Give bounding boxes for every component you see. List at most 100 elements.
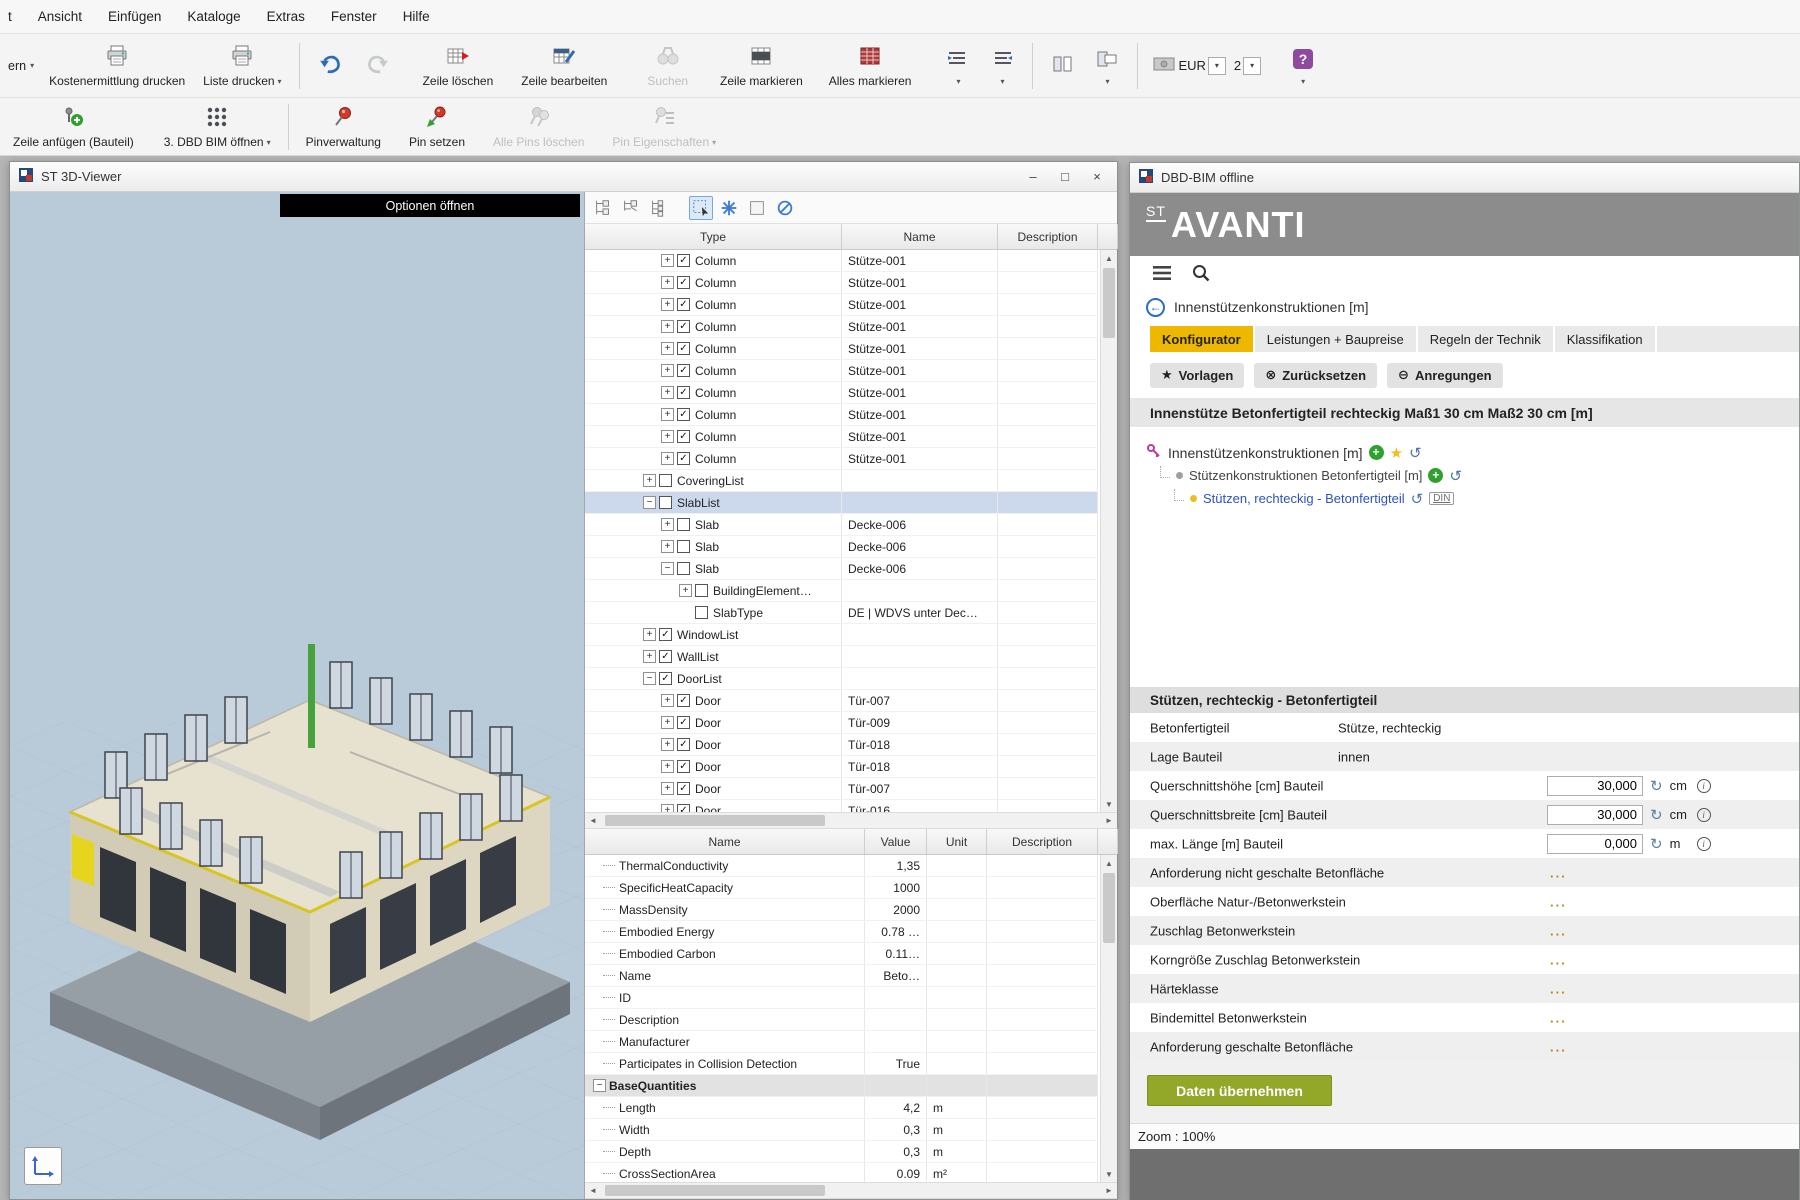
hide-selection-icon[interactable] [773,196,797,220]
checkbox[interactable]: ✓ [677,254,690,267]
refresh-icon[interactable]: ↻ [1650,835,1663,853]
menu-item-einfuegen[interactable]: Einfügen [108,9,161,24]
property-row[interactable]: ID [585,987,1098,1009]
menu-item-extras[interactable]: Extras [267,9,305,24]
checkbox[interactable] [677,518,690,531]
property-row[interactable]: Participates in Collision DetectionTrue [585,1053,1098,1075]
tree-row[interactable]: +✓DoorTür-018 [585,734,1098,756]
property-row[interactable]: Width0,3m [585,1119,1098,1141]
scroll-right-icon[interactable]: ► [1101,813,1117,828]
scroll-down-icon[interactable]: ▼ [1101,796,1117,812]
history-icon[interactable]: ↺ [1411,490,1424,508]
search-button[interactable]: Suchen [638,40,697,91]
tree-row[interactable]: +✓DoorTür-009 [585,712,1098,734]
scroll-left-icon[interactable]: ◄ [585,1183,601,1198]
viewer-titlebar[interactable]: ST 3D-Viewer – □ × [10,162,1117,192]
scroll-down-icon[interactable]: ▼ [1101,1166,1117,1182]
info-icon[interactable]: i [1697,837,1711,851]
property-row[interactable]: NameBeto… [585,965,1098,987]
checkbox[interactable]: ✓ [677,320,690,333]
tree-row[interactable]: +✓ColumnStütze-001 [585,404,1098,426]
checkbox[interactable]: ✓ [677,760,690,773]
property-row[interactable]: −BaseQuantities [585,1075,1098,1097]
count-dropdown-icon[interactable]: ▾ [1243,57,1261,75]
tree-row[interactable]: +✓WallList [585,646,1098,668]
tree-row[interactable]: +✓ColumnStütze-001 [585,250,1098,272]
expander-icon[interactable]: + [661,738,674,751]
checkbox[interactable]: ✓ [659,628,672,641]
expander-icon[interactable]: + [661,760,674,773]
tree-row[interactable]: −✓DoorList [585,668,1098,690]
vorlagen-button[interactable]: ★Vorlagen [1150,363,1244,388]
ellipsis-link[interactable]: ... [1550,923,1567,938]
history-icon[interactable]: ↺ [1449,467,1462,485]
expand-all-icon[interactable] [591,196,615,220]
checkbox[interactable]: ✓ [659,672,672,685]
tree-row[interactable]: +SlabDecke-006 [585,536,1098,558]
checkbox[interactable]: ✓ [677,452,690,465]
scroll-up-icon[interactable]: ▲ [1101,250,1117,266]
expander-icon[interactable]: − [643,672,656,685]
menu-item-hilfe[interactable]: Hilfe [403,9,430,24]
menu-item-kataloge[interactable]: Kataloge [187,9,240,24]
expander-icon[interactable]: + [661,694,674,707]
dropdown-arrow-icon[interactable]: ▾ [1105,77,1109,86]
scrollbar-thumb[interactable] [605,1185,825,1196]
print-list-button[interactable]: Liste drucken▾ [194,40,290,91]
currency-dropdown-icon[interactable]: ▾ [1208,57,1226,75]
tab-regeln-der-technik[interactable]: Regeln der Technik [1418,326,1555,352]
zuruecksetzen-button[interactable]: ⊗Zurücksetzen [1254,363,1377,388]
refresh-icon[interactable]: ↻ [1650,806,1663,824]
expander-icon[interactable]: + [661,386,674,399]
property-row[interactable]: Description [585,1009,1098,1031]
back-arrow-icon[interactable]: ← [1146,298,1165,317]
tree-node-child[interactable]: Stützenkonstruktionen Betonfertigteil [m… [1146,464,1799,487]
tree-node-root[interactable]: Innenstützenkonstruktionen [m] + ★ ↺ [1146,441,1799,464]
ellipsis-link[interactable]: ... [1550,865,1567,880]
collapse-all-icon[interactable] [619,196,643,220]
properties-vertical-scrollbar[interactable]: ▲ ▼ [1100,855,1117,1182]
tab-leistungen-baupreise[interactable]: Leistungen + Baupreise [1255,326,1418,352]
split-view-button[interactable] [1041,48,1085,83]
tree-horizontal-scrollbar[interactable]: ◄ ► [585,812,1117,829]
select-marquee-icon[interactable] [689,196,713,220]
property-row[interactable]: ThermalConductivity1,35 [585,855,1098,877]
truncated-ern-button[interactable]: ern ▾ [2,53,40,79]
history-icon[interactable]: ↺ [1409,444,1422,462]
column-header-description[interactable]: Description [998,224,1098,249]
mark-row-button[interactable]: Zeile markieren [711,40,812,91]
pin-manage-button[interactable]: Pinverwaltung [297,101,390,152]
tree-row[interactable]: +✓ColumnStütze-001 [585,360,1098,382]
add-row-component-button[interactable]: Zeile anfügen (Bauteil) [4,101,143,152]
tree-row[interactable]: +SlabDecke-006 [585,514,1098,536]
indent-rows-button[interactable]: ▾ [936,43,980,89]
undo-button[interactable] [308,47,354,84]
print-cost-button[interactable]: Kostenermittlung drucken [40,40,194,91]
checkbox[interactable] [659,474,672,487]
property-row[interactable]: CrossSectionArea0.09m² [585,1163,1098,1182]
tree-row[interactable]: +✓ColumnStütze-001 [585,294,1098,316]
close-button[interactable]: × [1081,165,1113,189]
property-input[interactable] [1547,805,1643,825]
expander-icon[interactable]: + [661,518,674,531]
dropdown-arrow-icon[interactable]: ▾ [278,77,282,86]
scroll-right-icon[interactable]: ► [1101,1183,1117,1198]
box-select-icon[interactable] [745,196,769,220]
expander-icon[interactable]: + [661,342,674,355]
dropdown-arrow-icon[interactable]: ▾ [30,61,34,70]
expander-icon[interactable]: + [679,584,692,597]
property-row[interactable]: Embodied Energy0.78 … [585,921,1098,943]
checkbox[interactable]: ✓ [677,386,690,399]
outdent-rows-button[interactable]: ▾ [980,43,1024,89]
minimize-button[interactable]: – [1017,165,1049,189]
pins-delete-all-button[interactable]: Alle Pins löschen [484,101,593,152]
checkbox[interactable]: ✓ [677,738,690,751]
tree-row[interactable]: +✓ColumnStütze-001 [585,426,1098,448]
highlight-selection-icon[interactable] [717,196,741,220]
tree-row[interactable]: +✓ColumnStütze-001 [585,338,1098,360]
column-header-type[interactable]: Type [585,224,842,249]
tree-row[interactable]: +✓WindowList [585,624,1098,646]
apply-data-button[interactable]: Daten übernehmen [1147,1075,1332,1106]
expander-icon[interactable]: − [643,496,656,509]
tree-row[interactable]: +CoveringList [585,470,1098,492]
